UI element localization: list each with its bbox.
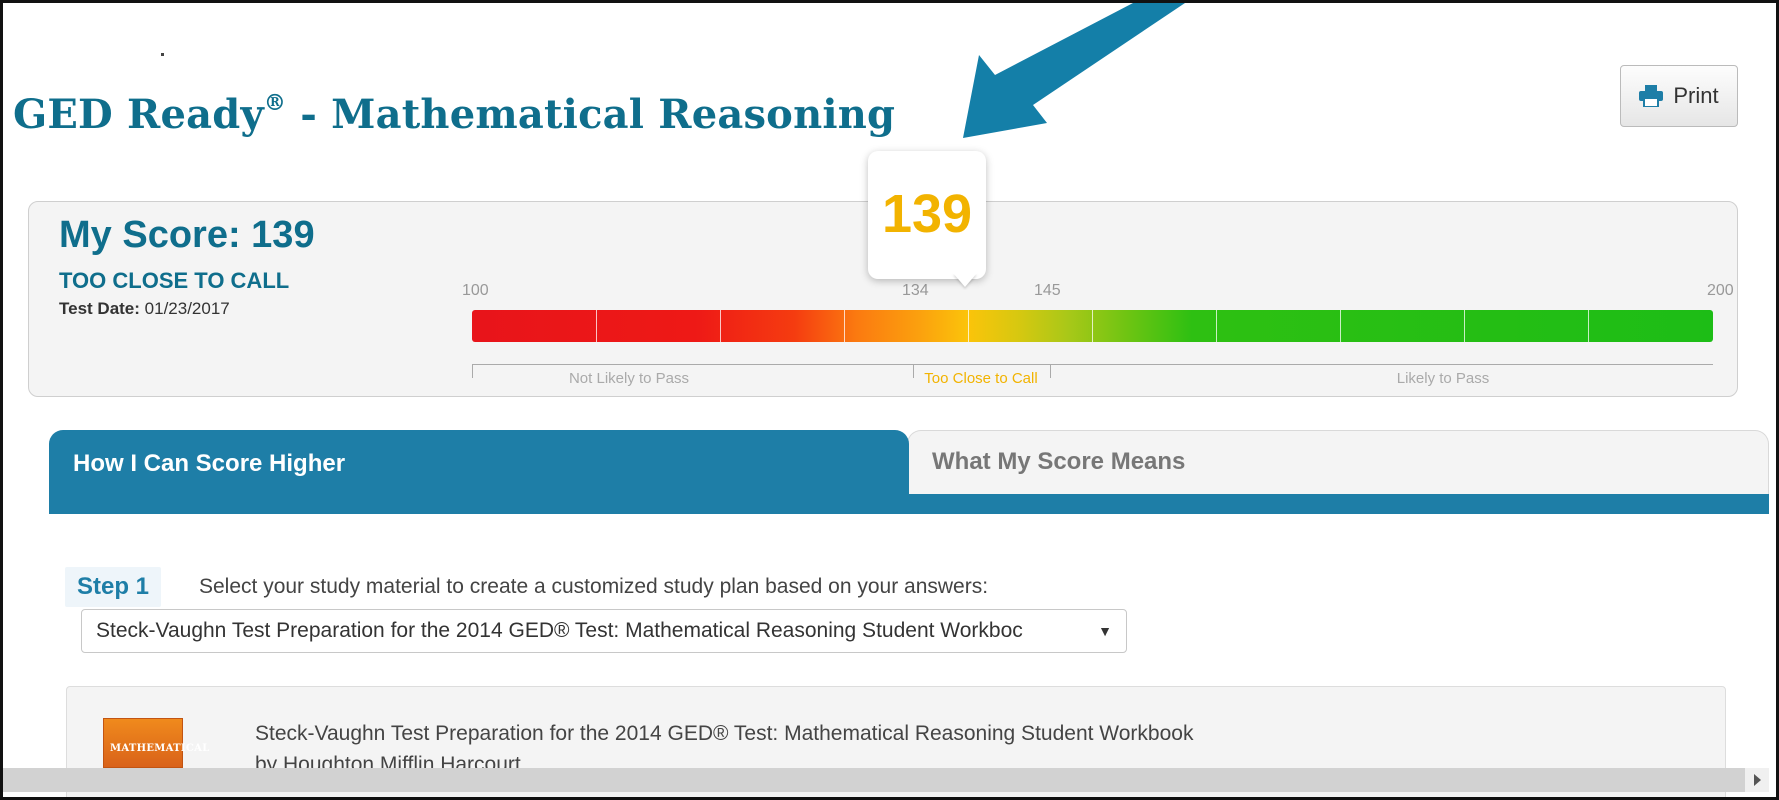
tab-how-i-can-score-higher[interactable]: How I Can Score Higher	[49, 430, 909, 514]
print-button[interactable]: Print	[1620, 65, 1738, 127]
print-label: Print	[1673, 83, 1719, 108]
title-text: GED Ready	[13, 91, 264, 138]
scale-low-cut-label: 134	[902, 282, 929, 299]
book-title[interactable]: Steck-Vaughn Test Preparation for the 20…	[255, 722, 1193, 746]
bar-divider	[844, 310, 845, 342]
pointer-arrow	[963, 3, 1185, 138]
page-title: GED Ready® - Mathematical Reasoning	[13, 89, 896, 138]
tab-what-my-score-means[interactable]: What My Score Means	[907, 430, 1769, 495]
pointer-arrow-shape	[963, 3, 1185, 138]
zone-label-mid: Too Close to Call	[924, 370, 1038, 387]
score-status: TOO CLOSE TO CALL	[59, 268, 290, 293]
book-cover-text: MATHEMATICAL	[110, 743, 210, 754]
test-date-value: 01/23/2017	[144, 299, 230, 318]
test-date-label: Test Date:	[59, 299, 140, 318]
score-callout-value: 139	[881, 184, 973, 244]
zone-tick	[472, 364, 473, 378]
score-scale-bar	[472, 310, 1713, 342]
title-suffix: - Mathematical Reasoning	[286, 91, 896, 138]
decorative-dot	[161, 53, 164, 56]
bar-divider	[1588, 310, 1589, 342]
bar-divider	[596, 310, 597, 342]
bar-divider	[968, 310, 969, 342]
step-badge: Step 1	[65, 567, 161, 607]
score-callout: 139	[868, 151, 986, 279]
zone-baseline	[472, 364, 1713, 365]
page-content: GED Ready® - Mathematical Reasoning Prin…	[13, 3, 1769, 797]
printer-icon	[1639, 85, 1664, 108]
select-value: Steck-Vaughn Test Preparation for the 20…	[96, 619, 1023, 642]
tab-bar: What My Score Means How I Can Score High…	[49, 430, 1769, 514]
tab-label: What My Score Means	[932, 448, 1186, 475]
scale-min-label: 100	[462, 282, 489, 299]
book-cover[interactable]: MATHEMATICAL	[103, 718, 209, 768]
tab-label: How I Can Score Higher	[73, 450, 346, 477]
screenshot-frame: GED Ready® - Mathematical Reasoning Prin…	[0, 0, 1779, 800]
score-callout-pointer	[953, 273, 977, 287]
zone-label-low: Not Likely to Pass	[568, 370, 690, 387]
bar-divider	[720, 310, 721, 342]
bar-divider	[1340, 310, 1341, 342]
test-date: Test Date: 01/23/2017	[59, 299, 230, 319]
horizontal-scrollbar[interactable]	[3, 768, 1766, 792]
bar-divider	[1464, 310, 1465, 342]
zone-tick	[913, 364, 914, 378]
my-score-heading: My Score: 139	[59, 214, 315, 256]
study-material-select[interactable]: Steck-Vaughn Test Preparation for the 20…	[81, 609, 1127, 653]
zone-tick	[1050, 364, 1051, 378]
bar-divider	[1216, 310, 1217, 342]
bar-divider	[1092, 310, 1093, 342]
scale-max-label: 200	[1707, 282, 1734, 299]
scale-high-cut-label: 145	[1034, 282, 1061, 299]
zone-label-high: Likely to Pass	[1396, 370, 1490, 387]
dropdown-arrow-icon: ▼	[1098, 623, 1112, 639]
step-instructions: Select your study material to create a c…	[199, 575, 989, 598]
scroll-right-icon	[1754, 774, 1761, 786]
registered-mark: ®	[263, 89, 287, 116]
